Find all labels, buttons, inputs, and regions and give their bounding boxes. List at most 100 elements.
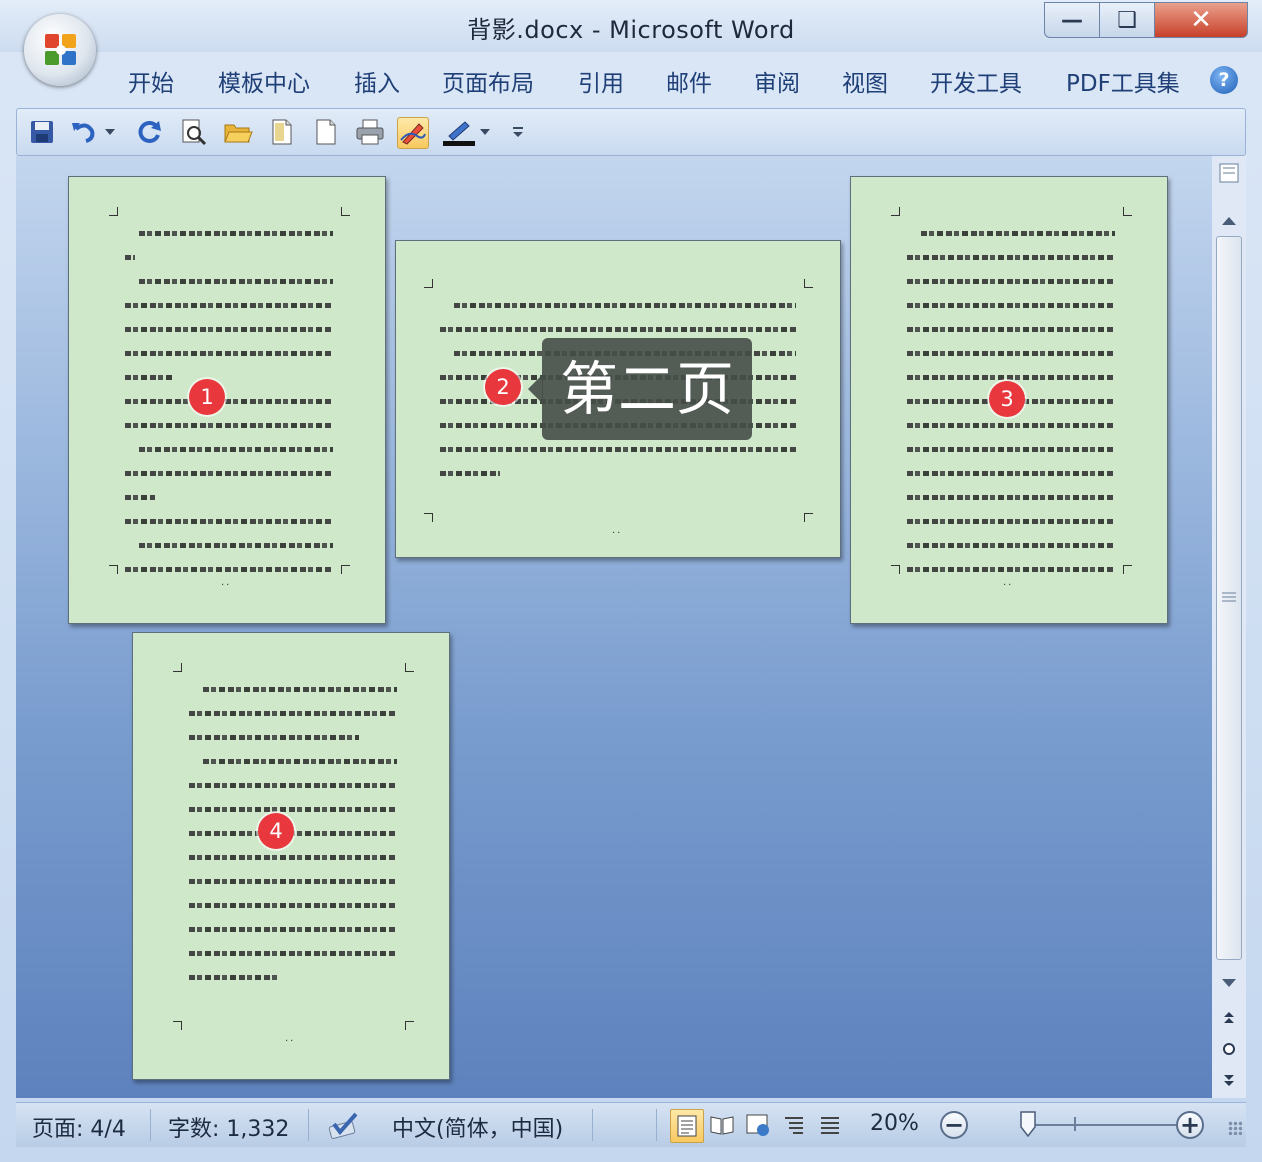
page-count-status[interactable]: 页面: 4/4 [32, 1111, 126, 1143]
ribbon-tabs: 开始 模板中心 插入 页面布局 引用 邮件 审阅 视图 开发工具 PDF工具集 [16, 54, 1246, 106]
text-line [907, 567, 1115, 572]
ink-draw-button[interactable] [397, 117, 429, 149]
text-line [125, 255, 135, 260]
pen-color-button[interactable] [443, 117, 477, 147]
tab-home[interactable]: 开始 [128, 64, 174, 98]
print-button[interactable] [355, 117, 385, 147]
margin-corner-mark [804, 279, 813, 288]
scroll-up-icon [1222, 217, 1236, 225]
ruler-toggle-button[interactable] [1214, 160, 1244, 186]
new-document-button[interactable] [267, 117, 297, 147]
zoom-level[interactable]: 20% [870, 1111, 919, 1136]
view-outline-button[interactable] [778, 1109, 810, 1141]
page-number-marker: 2 [485, 369, 521, 405]
tab-pdf-tools[interactable]: PDF工具集 [1066, 64, 1180, 98]
text-line [189, 927, 397, 932]
text-line [440, 327, 796, 332]
text-line [139, 279, 333, 284]
text-line [125, 519, 333, 524]
status-separator [150, 1109, 151, 1141]
language-status[interactable]: 中文(简体，中国) [392, 1111, 563, 1143]
text-line [189, 735, 359, 740]
pen-color-dropdown[interactable] [479, 117, 491, 147]
tab-references[interactable]: 引用 [578, 64, 624, 98]
tab-page-layout[interactable]: 页面布局 [442, 64, 534, 98]
zoom-slider-thumb[interactable] [1020, 1111, 1036, 1137]
word-window: 背影.docx - Microsoft Word — ❑ ✕ 开始 模板中心 插… [0, 0, 1262, 1162]
draft-view-icon [821, 1117, 839, 1134]
undo-icon [72, 123, 95, 143]
scroll-down-button[interactable] [1214, 970, 1244, 996]
zoom-in-button[interactable]: + [1176, 1111, 1204, 1139]
tab-insert[interactable]: 插入 [354, 64, 400, 98]
view-draft-button[interactable] [814, 1109, 846, 1141]
customize-toolbar-button[interactable] [505, 117, 531, 147]
view-full-screen-reading-button[interactable] [706, 1109, 738, 1141]
proofing-status-button[interactable] [324, 1109, 364, 1141]
margin-corner-mark [424, 279, 433, 288]
blank-page-button[interactable] [311, 117, 341, 147]
print-preview-icon [182, 119, 207, 146]
margin-corner-mark [173, 1021, 182, 1030]
margin-corner-mark [341, 207, 350, 216]
page-footer-mark: .. [612, 525, 623, 536]
print-preview-button[interactable] [179, 117, 209, 147]
text-line [189, 807, 397, 812]
page-footer-mark: .. [1003, 577, 1014, 588]
text-line [125, 471, 333, 476]
zoom-out-button[interactable]: − [940, 1111, 968, 1139]
scroll-up-button[interactable] [1214, 208, 1244, 234]
word-count-status[interactable]: 字数: 1,332 [168, 1111, 289, 1143]
text-line [907, 447, 1115, 452]
tab-review[interactable]: 审阅 [754, 64, 800, 98]
document-page-1[interactable]: .. [68, 176, 386, 624]
undo-button[interactable] [69, 117, 99, 147]
close-button[interactable]: ✕ [1154, 2, 1248, 38]
text-line [907, 519, 1115, 524]
status-bar: 页面: 4/4 字数: 1,332 中文(简体，中国) 20% − + [16, 1102, 1246, 1147]
previous-page-button[interactable] [1214, 1004, 1244, 1030]
text-line [189, 711, 397, 716]
tab-view[interactable]: 视图 [842, 64, 888, 98]
view-web-layout-button[interactable] [742, 1109, 774, 1141]
resize-grip-icon[interactable] [1228, 1121, 1242, 1135]
redo-button[interactable] [135, 117, 165, 147]
web-layout-icon [746, 1114, 769, 1136]
text-line [189, 879, 397, 884]
minimize-button[interactable]: — [1044, 2, 1100, 38]
text-line [907, 327, 1115, 332]
next-page-button[interactable] [1214, 1068, 1244, 1094]
margin-corner-mark [891, 207, 900, 216]
tab-templates[interactable]: 模板中心 [218, 64, 310, 98]
tab-mailings[interactable]: 邮件 [666, 64, 712, 98]
save-button[interactable] [27, 117, 57, 147]
view-print-layout-button[interactable] [670, 1109, 704, 1143]
new-document-icon [272, 119, 292, 145]
margin-corner-mark [109, 565, 118, 574]
text-line [139, 543, 333, 548]
margin-corner-mark [1123, 565, 1132, 574]
title-bar: 背影.docx - Microsoft Word — ❑ ✕ [0, 0, 1262, 52]
document-page-4[interactable]: .. [132, 632, 450, 1080]
select-browse-object-button[interactable] [1214, 1036, 1244, 1062]
document-area[interactable]: .. .. .. .. 1 2 3 4 第二页 [16, 156, 1212, 1098]
help-button[interactable]: ? [1210, 66, 1238, 94]
undo-dropdown[interactable] [103, 117, 117, 147]
margin-corner-mark [891, 565, 900, 574]
scroll-thumb[interactable] [1216, 236, 1242, 960]
maximize-button[interactable]: ❑ [1099, 2, 1155, 38]
vertical-scrollbar [1212, 156, 1246, 1098]
text-line [189, 783, 397, 788]
text-line [454, 303, 796, 308]
open-button[interactable] [223, 117, 253, 147]
status-separator [592, 1109, 593, 1141]
text-line [189, 855, 397, 860]
grip-icon [1222, 592, 1236, 602]
text-line [203, 687, 397, 692]
zoom-slider-track[interactable] [1022, 1124, 1188, 1126]
open-icon [224, 124, 253, 143]
text-line [189, 903, 397, 908]
tab-developer[interactable]: 开发工具 [930, 64, 1022, 98]
text-line [907, 543, 1115, 548]
text-line [125, 351, 333, 356]
